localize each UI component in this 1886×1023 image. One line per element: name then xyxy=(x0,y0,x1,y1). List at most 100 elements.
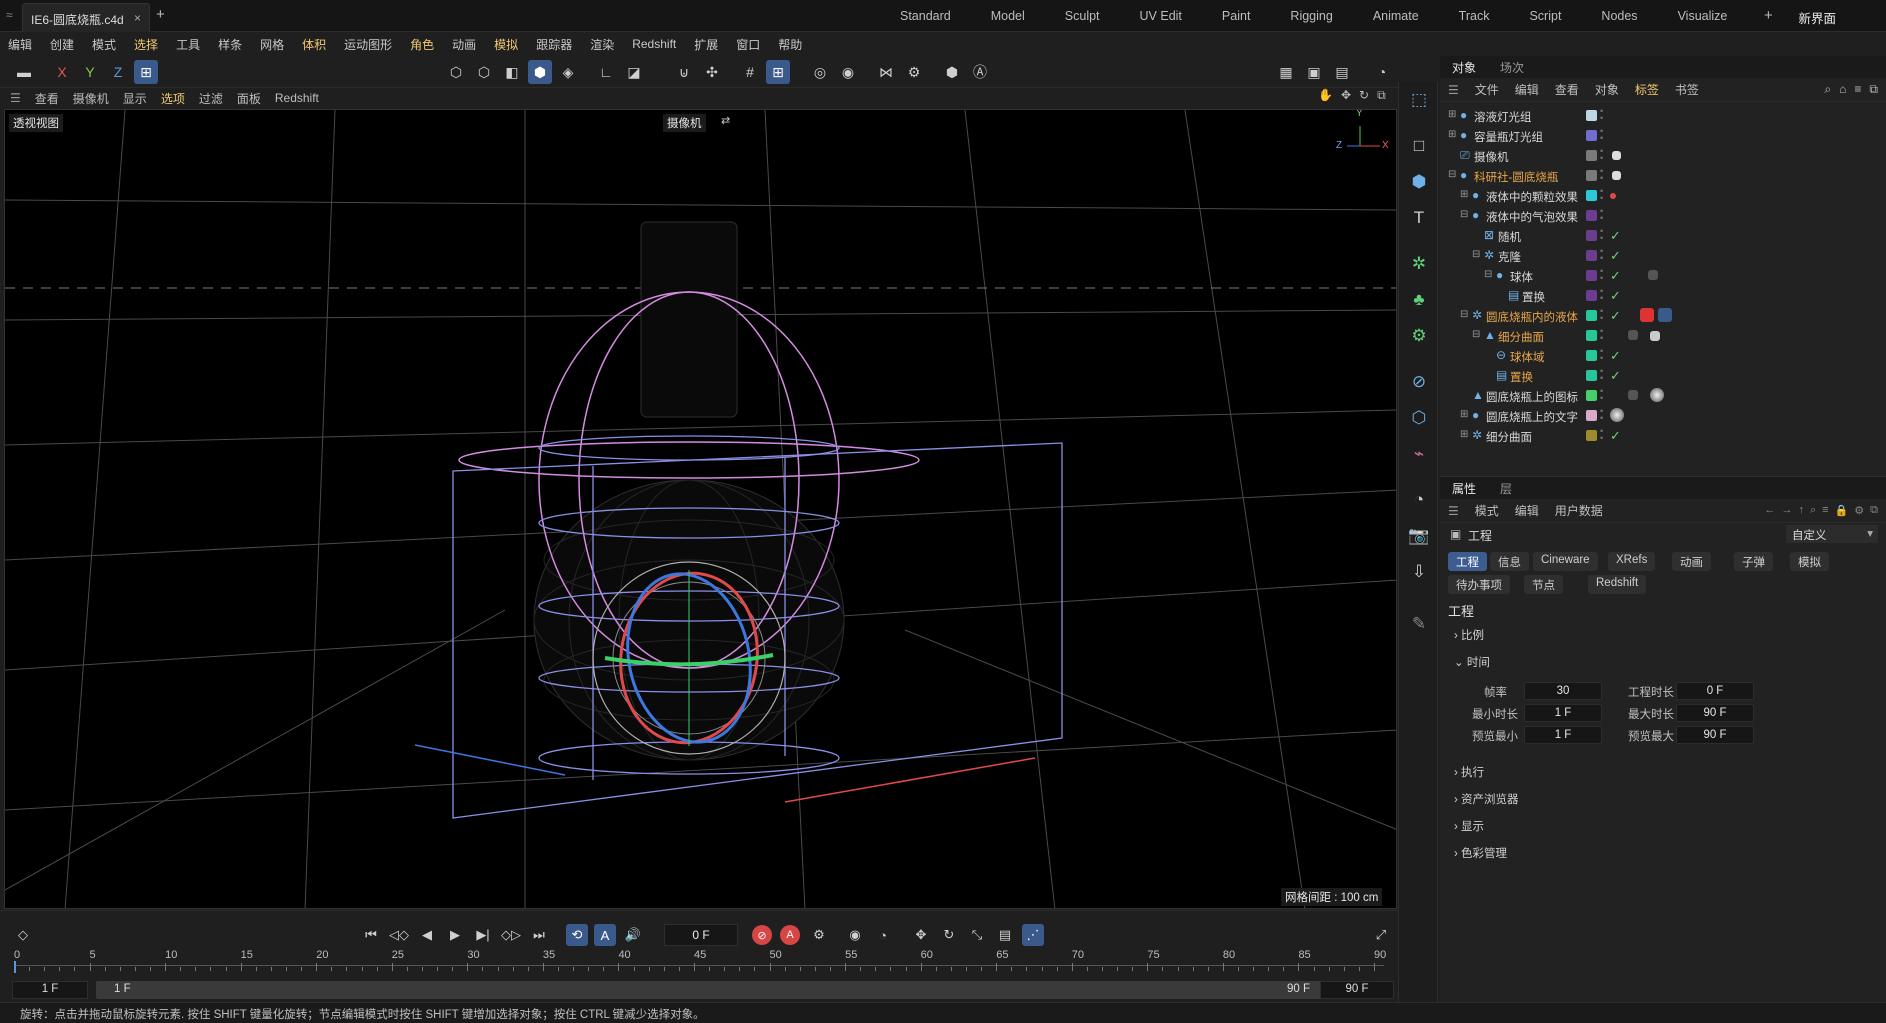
layer-color-swatch[interactable] xyxy=(1586,270,1597,281)
key-settings-icon[interactable]: ⚙ xyxy=(808,924,830,946)
expand-toggle-icon[interactable]: ⊞ xyxy=(1460,409,1468,420)
end-frame-field[interactable]: 90 F xyxy=(1320,981,1394,999)
menu-item-11[interactable]: 模拟 xyxy=(494,36,518,53)
attr-tab-pill[interactable]: XRefs xyxy=(1608,552,1656,571)
visibility-dots-icon[interactable]: • • xyxy=(1600,287,1603,303)
enabled-check-icon[interactable]: ✓ xyxy=(1610,248,1621,264)
edges-mode-icon[interactable]: ⬡ xyxy=(472,60,496,84)
coordinate-system-icon[interactable]: ⊞ xyxy=(134,60,158,84)
maximize-view-icon[interactable]: ⧉ xyxy=(1377,88,1386,103)
layer-color-swatch[interactable] xyxy=(1586,390,1597,401)
object-tab-0[interactable]: 对象 xyxy=(1440,59,1488,76)
layout-tab-0[interactable]: Standard xyxy=(880,0,971,32)
frame-ruler[interactable]: 0 5 10 15 20 25 30 35 40 45 50 55 60 65 70 75 80 85 90 xyxy=(14,949,1386,973)
object-name[interactable]: 随机 xyxy=(1498,229,1521,245)
current-frame-field[interactable]: 0 F xyxy=(664,924,738,946)
deformer-icon[interactable]: ⊘ xyxy=(1407,370,1431,394)
record-keys-icon[interactable]: ⊘ xyxy=(752,925,772,945)
attr-tab-0[interactable]: 属性 xyxy=(1440,480,1488,497)
attr-tab-1[interactable]: 层 xyxy=(1488,480,1524,497)
enabled-check-icon[interactable]: ✓ xyxy=(1610,348,1621,364)
visibility-dots-icon[interactable]: • • xyxy=(1600,107,1603,123)
new-tab-icon[interactable]: + xyxy=(156,6,165,23)
back-arrow-icon[interactable]: ← xyxy=(1764,504,1775,517)
layout-tab-7[interactable]: Track xyxy=(1439,0,1510,32)
menu-item-1[interactable]: 创建 xyxy=(50,36,74,53)
cloner-icon[interactable]: ♣ xyxy=(1407,288,1431,312)
attr-tab-pill[interactable]: 工程 xyxy=(1448,552,1487,571)
object-row[interactable]: ⊟ ● 液体中的气泡效果 • • xyxy=(1440,206,1886,226)
material-ball-icon[interactable] xyxy=(1650,388,1664,402)
layer-color-swatch[interactable] xyxy=(1586,230,1597,241)
attr-group[interactable]: › 色彩管理 xyxy=(1454,845,1507,861)
menu-item-9[interactable]: 角色 xyxy=(410,36,434,53)
visibility-dots-icon[interactable]: • • xyxy=(1600,227,1603,243)
sound-icon[interactable]: 🔊 xyxy=(622,924,644,946)
attr-tab-pill[interactable]: 模拟 xyxy=(1790,552,1829,571)
keyframe-selection-icon[interactable]: ◉ xyxy=(844,924,866,946)
layer-color-swatch[interactable] xyxy=(1586,290,1597,301)
field-icon[interactable]: ⬡ xyxy=(1407,406,1431,430)
tag-icon[interactable] xyxy=(1650,331,1660,341)
object-name[interactable]: 细分曲面 xyxy=(1486,429,1532,445)
visibility-dots-icon[interactable]: • • xyxy=(1600,187,1603,203)
project-length-field[interactable]: 0 F xyxy=(1676,682,1754,700)
scale-key-icon[interactable]: ⤡ xyxy=(966,924,988,946)
go-to-end-icon[interactable]: ⏭ xyxy=(528,924,550,946)
material-tag-icon[interactable] xyxy=(1640,308,1654,322)
object-menu-item-4[interactable]: 标签 xyxy=(1635,81,1659,98)
visibility-dots-icon[interactable]: • • xyxy=(1600,267,1603,283)
point-level-icon[interactable]: ⋰ xyxy=(1022,924,1044,946)
object-menu-item-3[interactable]: 对象 xyxy=(1595,81,1619,98)
text-icon[interactable]: T xyxy=(1407,206,1431,230)
symmetry-icon[interactable]: ⋈ xyxy=(874,60,898,84)
z-axis-button[interactable]: Z xyxy=(106,60,130,84)
polygons-mode-icon[interactable]: ◧ xyxy=(500,60,524,84)
expand-toggle-icon[interactable]: ⊟ xyxy=(1472,329,1480,340)
layer-color-swatch[interactable] xyxy=(1586,150,1597,161)
redshift-icon[interactable]: ◔ xyxy=(1370,60,1394,84)
visibility-dots-icon[interactable]: • • xyxy=(1600,167,1603,183)
attr-menu-item-0[interactable]: 模式 xyxy=(1475,502,1499,519)
attr-menu-icon[interactable]: ☰ xyxy=(1448,504,1459,518)
layout-tab-6[interactable]: Animate xyxy=(1353,0,1439,32)
layer-color-swatch[interactable] xyxy=(1586,210,1597,221)
layout-tab-10[interactable]: Visualize xyxy=(1658,0,1748,32)
object-name[interactable]: 圆底烧瓶内的液体 xyxy=(1486,309,1578,325)
visibility-dots-icon[interactable]: • • xyxy=(1600,147,1603,163)
attr-tab-pill[interactable]: 信息 xyxy=(1490,552,1529,571)
auto-key-icon[interactable]: A xyxy=(780,925,800,945)
visibility-dots-icon[interactable]: • • xyxy=(1600,387,1603,403)
viewport-menu-item-2[interactable]: 显示 xyxy=(123,90,147,107)
layout-tab-8[interactable]: Script xyxy=(1509,0,1581,32)
playhead[interactable] xyxy=(14,961,16,973)
attr-group[interactable]: › 比例 xyxy=(1454,627,1484,643)
layout-tab-4[interactable]: Paint xyxy=(1202,0,1271,32)
menu-item-2[interactable]: 模式 xyxy=(92,36,116,53)
tag-icon[interactable] xyxy=(1610,193,1616,199)
tag-icon[interactable] xyxy=(1612,151,1621,160)
y-axis-button[interactable]: Y xyxy=(78,60,102,84)
auto-icon[interactable]: Ⓐ xyxy=(968,60,992,84)
previous-key-icon[interactable]: ◁◇ xyxy=(388,924,410,946)
visibility-dots-icon[interactable]: • • xyxy=(1600,427,1603,443)
pan-icon[interactable]: ✋ xyxy=(1318,88,1333,103)
visibility-dots-icon[interactable]: • • xyxy=(1600,407,1603,423)
viewport-menu-item-6[interactable]: Redshift xyxy=(275,91,319,105)
object-row[interactable]: ⊖ 球体域 • • ✓ xyxy=(1440,346,1886,366)
object-row[interactable]: ⊟ ✲ 圆底烧瓶内的液体 • • ✓ xyxy=(1440,306,1886,326)
object-name[interactable]: 容量瓶灯光组 xyxy=(1474,129,1543,145)
object-menu-item-0[interactable]: 文件 xyxy=(1475,81,1499,98)
close-tab-icon[interactable]: × xyxy=(134,11,141,25)
object-name[interactable]: 置换 xyxy=(1522,289,1545,305)
attr-group[interactable]: ⌄ 时间 xyxy=(1454,654,1490,670)
next-key-icon[interactable]: ◇▷ xyxy=(500,924,522,946)
menu-item-10[interactable]: 动画 xyxy=(452,36,476,53)
attr-menu-item-2[interactable]: 用户数据 xyxy=(1555,502,1603,519)
snap-icon[interactable]: ⊍ xyxy=(672,60,696,84)
min-time-field[interactable]: 1 F xyxy=(1524,704,1602,722)
layer-color-swatch[interactable] xyxy=(1586,330,1597,341)
object-row[interactable]: ⊟ ▲ 细分曲面 • • xyxy=(1440,326,1886,346)
layer-color-swatch[interactable] xyxy=(1586,370,1597,381)
object-name[interactable]: 球体 xyxy=(1510,269,1533,285)
